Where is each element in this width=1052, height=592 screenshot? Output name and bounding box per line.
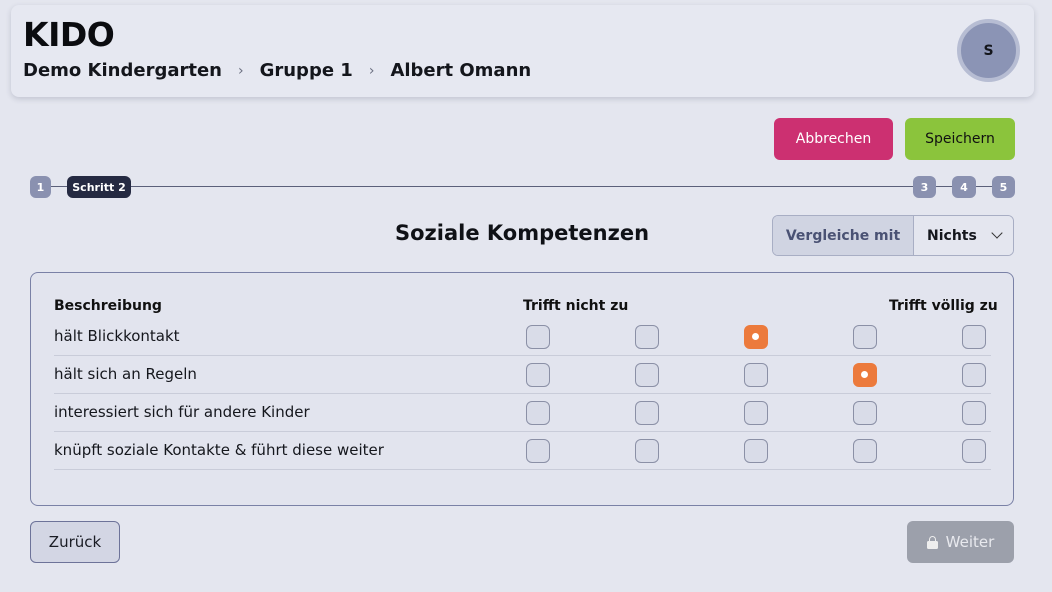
row-divider [54, 393, 991, 394]
compare-selected-value: Nichts [927, 227, 977, 244]
rating-radio-1[interactable] [526, 401, 550, 425]
rating-radio-4[interactable] [853, 325, 877, 349]
breadcrumb-child: Albert Omann [390, 60, 532, 81]
breadcrumb: Demo Kindergarten › Gruppe 1 › Albert Om… [23, 60, 531, 81]
next-button[interactable]: Weiter [907, 521, 1014, 563]
back-button[interactable]: Zurück [30, 521, 120, 563]
compare-label: Vergleiche mit [773, 216, 914, 255]
rating-radio-5[interactable] [962, 439, 986, 463]
user-avatar[interactable]: S [957, 19, 1020, 82]
row-divider [54, 355, 991, 356]
rating-radio-4[interactable] [853, 439, 877, 463]
rating-radio-5[interactable] [962, 401, 986, 425]
rating-radio-2[interactable] [635, 401, 659, 425]
rating-radio-1[interactable] [526, 325, 550, 349]
rating-radio-4[interactable] [853, 401, 877, 425]
row-divider [54, 431, 991, 432]
app-header: KIDO Demo Kindergarten › Gruppe 1 › Albe… [11, 5, 1034, 97]
breadcrumb-separator-icon: › [237, 62, 244, 79]
scale-label-high: Trifft völlig zu [889, 298, 998, 314]
rating-radio-3[interactable] [744, 401, 768, 425]
rating-radio-4[interactable] [853, 363, 877, 387]
rating-radio-2[interactable] [635, 363, 659, 387]
step-1[interactable]: 1 [30, 176, 51, 198]
rating-row-label: knüpft soziale Kontakte & führt diese we… [54, 441, 384, 459]
rating-row-label: interessiert sich für andere Kinder [54, 403, 310, 421]
step-5[interactable]: 5 [992, 176, 1015, 198]
rating-row-label: hält sich an Regeln [54, 365, 197, 383]
scale-label-low: Trifft nicht zu [523, 298, 629, 314]
rating-radio-1[interactable] [526, 439, 550, 463]
breadcrumb-separator-icon: › [368, 62, 375, 79]
rating-radio-3[interactable] [744, 325, 768, 349]
rating-radio-2[interactable] [635, 439, 659, 463]
rating-radio-2[interactable] [635, 325, 659, 349]
cancel-button[interactable]: Abbrechen [774, 118, 893, 160]
rating-radio-5[interactable] [962, 363, 986, 387]
compare-select[interactable]: Nichts [914, 216, 1013, 255]
rating-card [30, 272, 1014, 506]
row-divider [54, 469, 991, 470]
rating-radio-3[interactable] [744, 363, 768, 387]
lock-icon [926, 536, 938, 549]
stepper-track [40, 186, 1002, 187]
save-button[interactable]: Speichern [905, 118, 1015, 160]
step-4[interactable]: 4 [952, 176, 976, 198]
rating-radio-1[interactable] [526, 363, 550, 387]
chevron-down-icon [991, 227, 1003, 239]
app-title: KIDO [23, 15, 115, 54]
step-3[interactable]: 3 [913, 176, 936, 198]
breadcrumb-group[interactable]: Gruppe 1 [260, 60, 353, 81]
rating-radio-3[interactable] [744, 439, 768, 463]
step-2-active[interactable]: Schritt 2 [67, 176, 131, 198]
breadcrumb-kindergarten[interactable]: Demo Kindergarten [23, 60, 222, 81]
next-button-label: Weiter [945, 533, 995, 551]
rating-row-label: hält Blickkontakt [54, 327, 180, 345]
rating-radio-5[interactable] [962, 325, 986, 349]
compare-control: Vergleiche mit Nichts [772, 215, 1014, 256]
column-header-description: Beschreibung [54, 298, 162, 314]
